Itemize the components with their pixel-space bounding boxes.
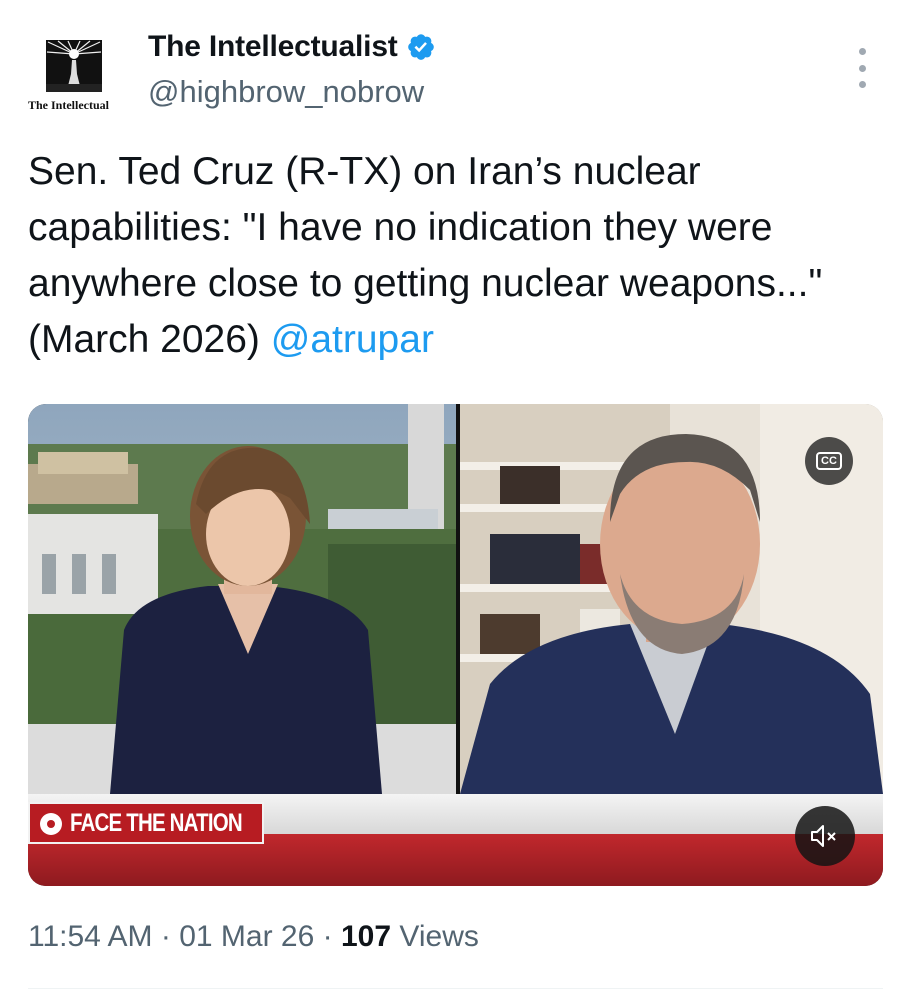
mention-link[interactable]: @atrupar <box>271 318 434 361</box>
verified-badge-icon <box>407 34 434 60</box>
avatar-artwork <box>46 40 102 92</box>
meta-separator-2: · <box>322 920 333 953</box>
views-label: Views <box>399 920 479 953</box>
broadcast-lower-third: FACE THE NATION <box>28 794 883 886</box>
tweet-time[interactable]: 11:54 AM <box>28 920 153 953</box>
meta-separator: · <box>160 920 171 953</box>
cc-label: CC <box>816 452 842 470</box>
account-avatar[interactable]: The Intellectual <box>28 30 128 120</box>
more-options-icon[interactable] <box>852 48 872 88</box>
cbs-eye-icon <box>40 813 62 835</box>
closed-captions-icon[interactable]: CC <box>805 437 853 485</box>
tweet-text: Sen. Ted Cruz (R-TX) on Iran’s nuclear c… <box>28 144 888 368</box>
tweet-metadata: 11:54 AM · 01 Mar 26 · 107 Views <box>28 920 479 954</box>
avatar-label: The Intellectual <box>28 98 109 112</box>
views-count: 107 <box>340 920 392 953</box>
video-player[interactable]: CC FACE THE NATION <box>28 404 883 886</box>
account-handle[interactable]: @highbrow_nobrow <box>148 74 424 110</box>
account-name[interactable]: The Intellectualist <box>148 30 398 64</box>
divider-line <box>28 988 883 989</box>
program-logo-text: FACE THE NATION <box>70 808 243 837</box>
tweet-date[interactable]: 01 Mar 26 <box>179 920 314 953</box>
account-name-row: The Intellectualist <box>148 30 436 64</box>
program-logo: FACE THE NATION <box>28 802 264 844</box>
volume-muted-icon[interactable] <box>795 806 855 866</box>
video-pane-anchor <box>28 404 456 794</box>
